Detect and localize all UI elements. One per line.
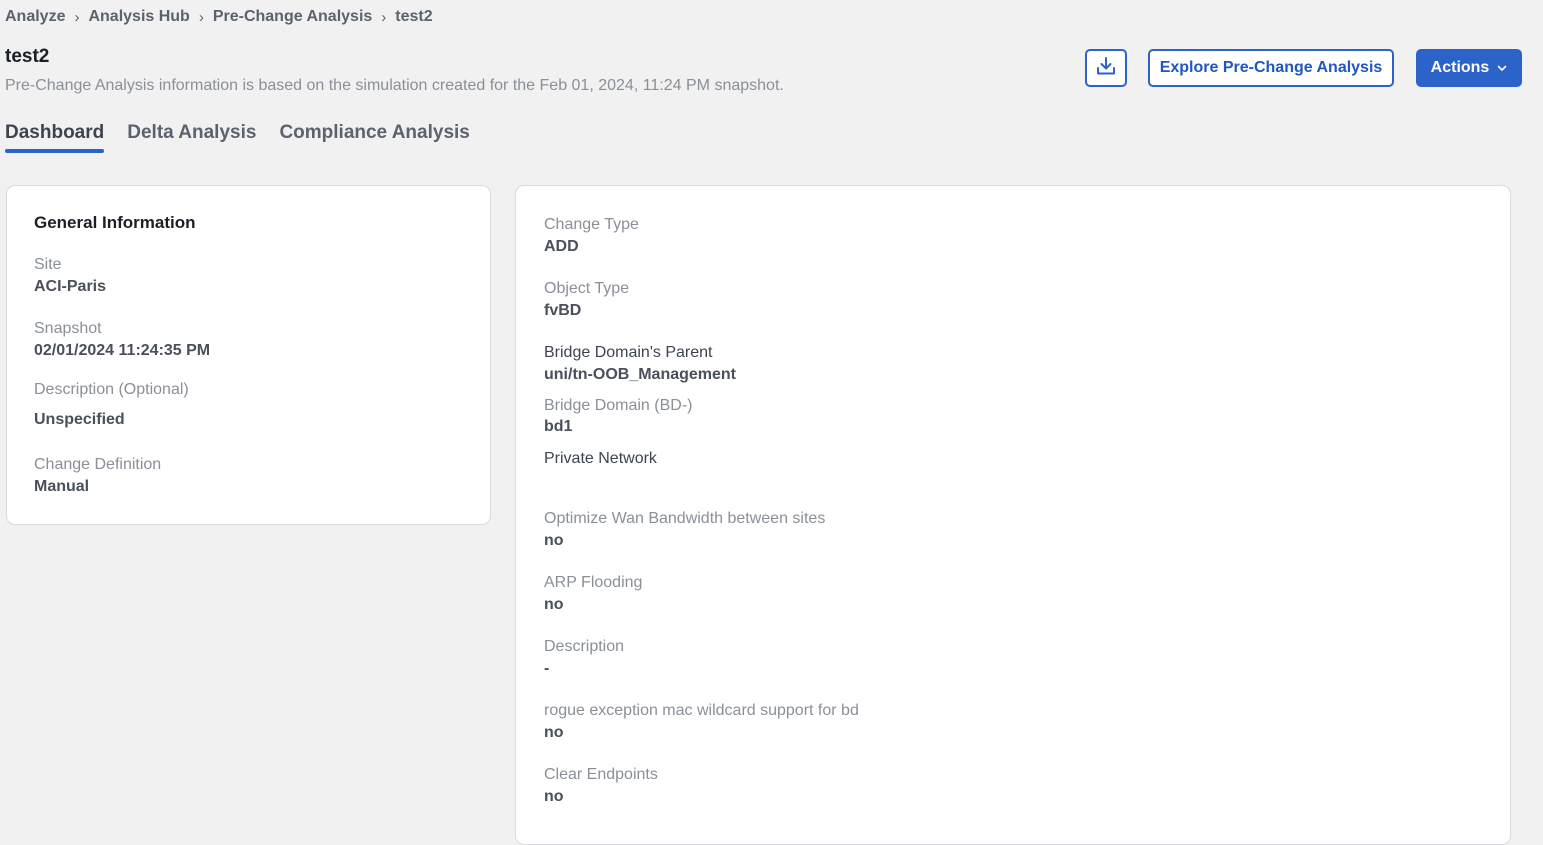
change-details-card: Change Type ADD Object Type fvBD Bridge … [515,185,1511,845]
general-information-card: General Information Site ACI-Paris Snaps… [6,185,491,525]
object-type-label: Object Type [544,280,630,297]
chevron-down-icon [1497,63,1507,75]
site-value: ACI-Paris [34,278,107,295]
arp-flooding-label: ARP Flooding [544,574,643,591]
description-optional-label: Description (Optional) [34,381,189,398]
page-subtitle: Pre-Change Analysis information is based… [5,77,784,94]
description-optional-value: Unspecified [34,411,125,428]
breadcrumb-current: test2 [395,8,433,25]
actions-button[interactable]: Actions [1416,49,1522,87]
description-value: - [544,660,550,677]
tab-delta-analysis[interactable]: Delta Analysis [127,122,256,153]
arp-flooding-value: no [544,596,564,613]
snapshot-label: Snapshot [34,320,102,337]
private-network-label: Private Network [544,450,657,467]
breadcrumb-analysis-hub[interactable]: Analysis Hub [88,8,189,26]
object-type-value: fvBD [544,302,582,319]
download-button[interactable] [1085,49,1127,87]
optimize-wan-bandwidth-value: no [544,532,564,549]
breadcrumb-analyze[interactable]: Analyze [5,8,65,26]
rogue-exception-value: no [544,724,564,741]
tab-bar: Dashboard Delta Analysis Compliance Anal… [5,122,470,153]
snapshot-value: 02/01/2024 11:24:35 PM [34,342,211,359]
clear-endpoints-value: no [544,788,564,805]
bridge-domain-parent-value: uni/tn-OOB_Management [544,366,737,383]
breadcrumb-separator: › [381,8,387,26]
breadcrumb-pre-change-analysis[interactable]: Pre-Change Analysis [213,8,372,26]
bridge-domain-parent-label: Bridge Domain's Parent [544,344,713,361]
card-title: General Information [34,213,196,232]
breadcrumb-separator: › [198,8,204,26]
site-label: Site [34,256,62,273]
tab-dashboard[interactable]: Dashboard [5,122,105,153]
bridge-domain-value: bd1 [544,418,573,435]
change-type-value: ADD [544,238,579,255]
change-definition-label: Change Definition [34,456,162,473]
explore-pre-change-analysis-button[interactable]: Explore Pre-Change Analysis [1148,49,1394,87]
actions-label: Actions [1430,59,1490,76]
optimize-wan-bandwidth-label: Optimize Wan Bandwidth between sites [544,510,826,527]
description-label: Description [544,638,625,655]
clear-endpoints-label: Clear Endpoints [544,766,658,783]
bridge-domain-label: Bridge Domain (BD-) [544,397,693,414]
change-type-label: Change Type [544,216,639,233]
change-definition-value: Manual [34,478,90,495]
rogue-exception-label: rogue exception mac wildcard support for… [544,702,859,719]
page-title: test2 [5,46,50,67]
tab-compliance-analysis[interactable]: Compliance Analysis [279,122,469,153]
download-icon [1095,55,1117,82]
breadcrumb: Analyze › Analysis Hub › Pre-Change Anal… [5,8,433,26]
breadcrumb-separator: › [74,8,80,26]
